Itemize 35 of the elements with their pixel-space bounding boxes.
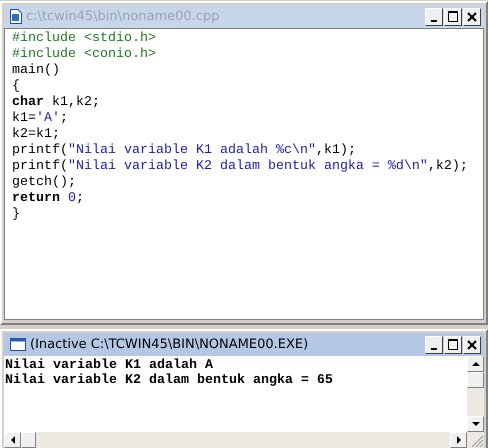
scroll-left-button[interactable] bbox=[4, 432, 21, 448]
scroll-right-button[interactable] bbox=[450, 432, 467, 448]
code-line: getch(); bbox=[12, 175, 76, 191]
close-icon bbox=[467, 12, 477, 22]
output-line: Nilai variable K2 dalam bentuk angka = 65 bbox=[5, 373, 333, 388]
code-line: #include <conio.h> bbox=[12, 47, 156, 63]
maximize-button[interactable] bbox=[444, 8, 462, 26]
minimize-button[interactable] bbox=[425, 8, 443, 26]
code-line: k2=k1; bbox=[12, 127, 60, 143]
window-title: c:\tcwin45\bin\noname00.cpp bbox=[26, 9, 220, 24]
scroll-down-button[interactable] bbox=[467, 416, 484, 432]
output-line: Nilai variable K1 adalah A bbox=[5, 358, 213, 373]
scroll-thumb[interactable] bbox=[21, 432, 36, 448]
document-icon bbox=[10, 9, 22, 24]
code-line: k1='A'; bbox=[12, 111, 68, 127]
window-title: (Inactive C:\TCWIN45\BIN\NONAME00.EXE) bbox=[30, 337, 310, 352]
close-button[interactable] bbox=[463, 8, 481, 26]
code-line: #include <stdio.h> bbox=[12, 31, 156, 47]
scroll-up-button[interactable] bbox=[467, 356, 484, 372]
code-line: char k1,k2; bbox=[12, 95, 100, 111]
close-button[interactable] bbox=[463, 336, 481, 354]
code-line: return 0; bbox=[12, 191, 84, 207]
scroll-thumb[interactable] bbox=[467, 372, 484, 388]
code-line: printf("Nilai variable K2 dalam bentuk angka = %d\n",k2); bbox=[12, 159, 468, 175]
horizontal-scrollbar[interactable] bbox=[4, 432, 484, 448]
code-line: } bbox=[12, 207, 20, 223]
code-line: { bbox=[12, 79, 20, 95]
close-icon bbox=[467, 340, 477, 350]
code-line: printf("Nilai variable K1 adalah %c\n",k1); bbox=[12, 143, 356, 159]
minimize-button[interactable] bbox=[425, 336, 443, 354]
code-line: main() bbox=[12, 63, 60, 79]
window-icon bbox=[10, 338, 26, 351]
code-editor[interactable]: #include <stdio.h> #include <conio.h> main() { char k1,k2; k1='A'; k2=k1; printf("Nilai variable K1 adalah %c\n",k1); printf("Nilai variable K2 dalam bentuk angka = %d\n",k2); getch(); return 0; } bbox=[4, 28, 484, 320]
vertical-scrollbar[interactable] bbox=[467, 356, 484, 432]
maximize-button[interactable] bbox=[444, 336, 462, 354]
